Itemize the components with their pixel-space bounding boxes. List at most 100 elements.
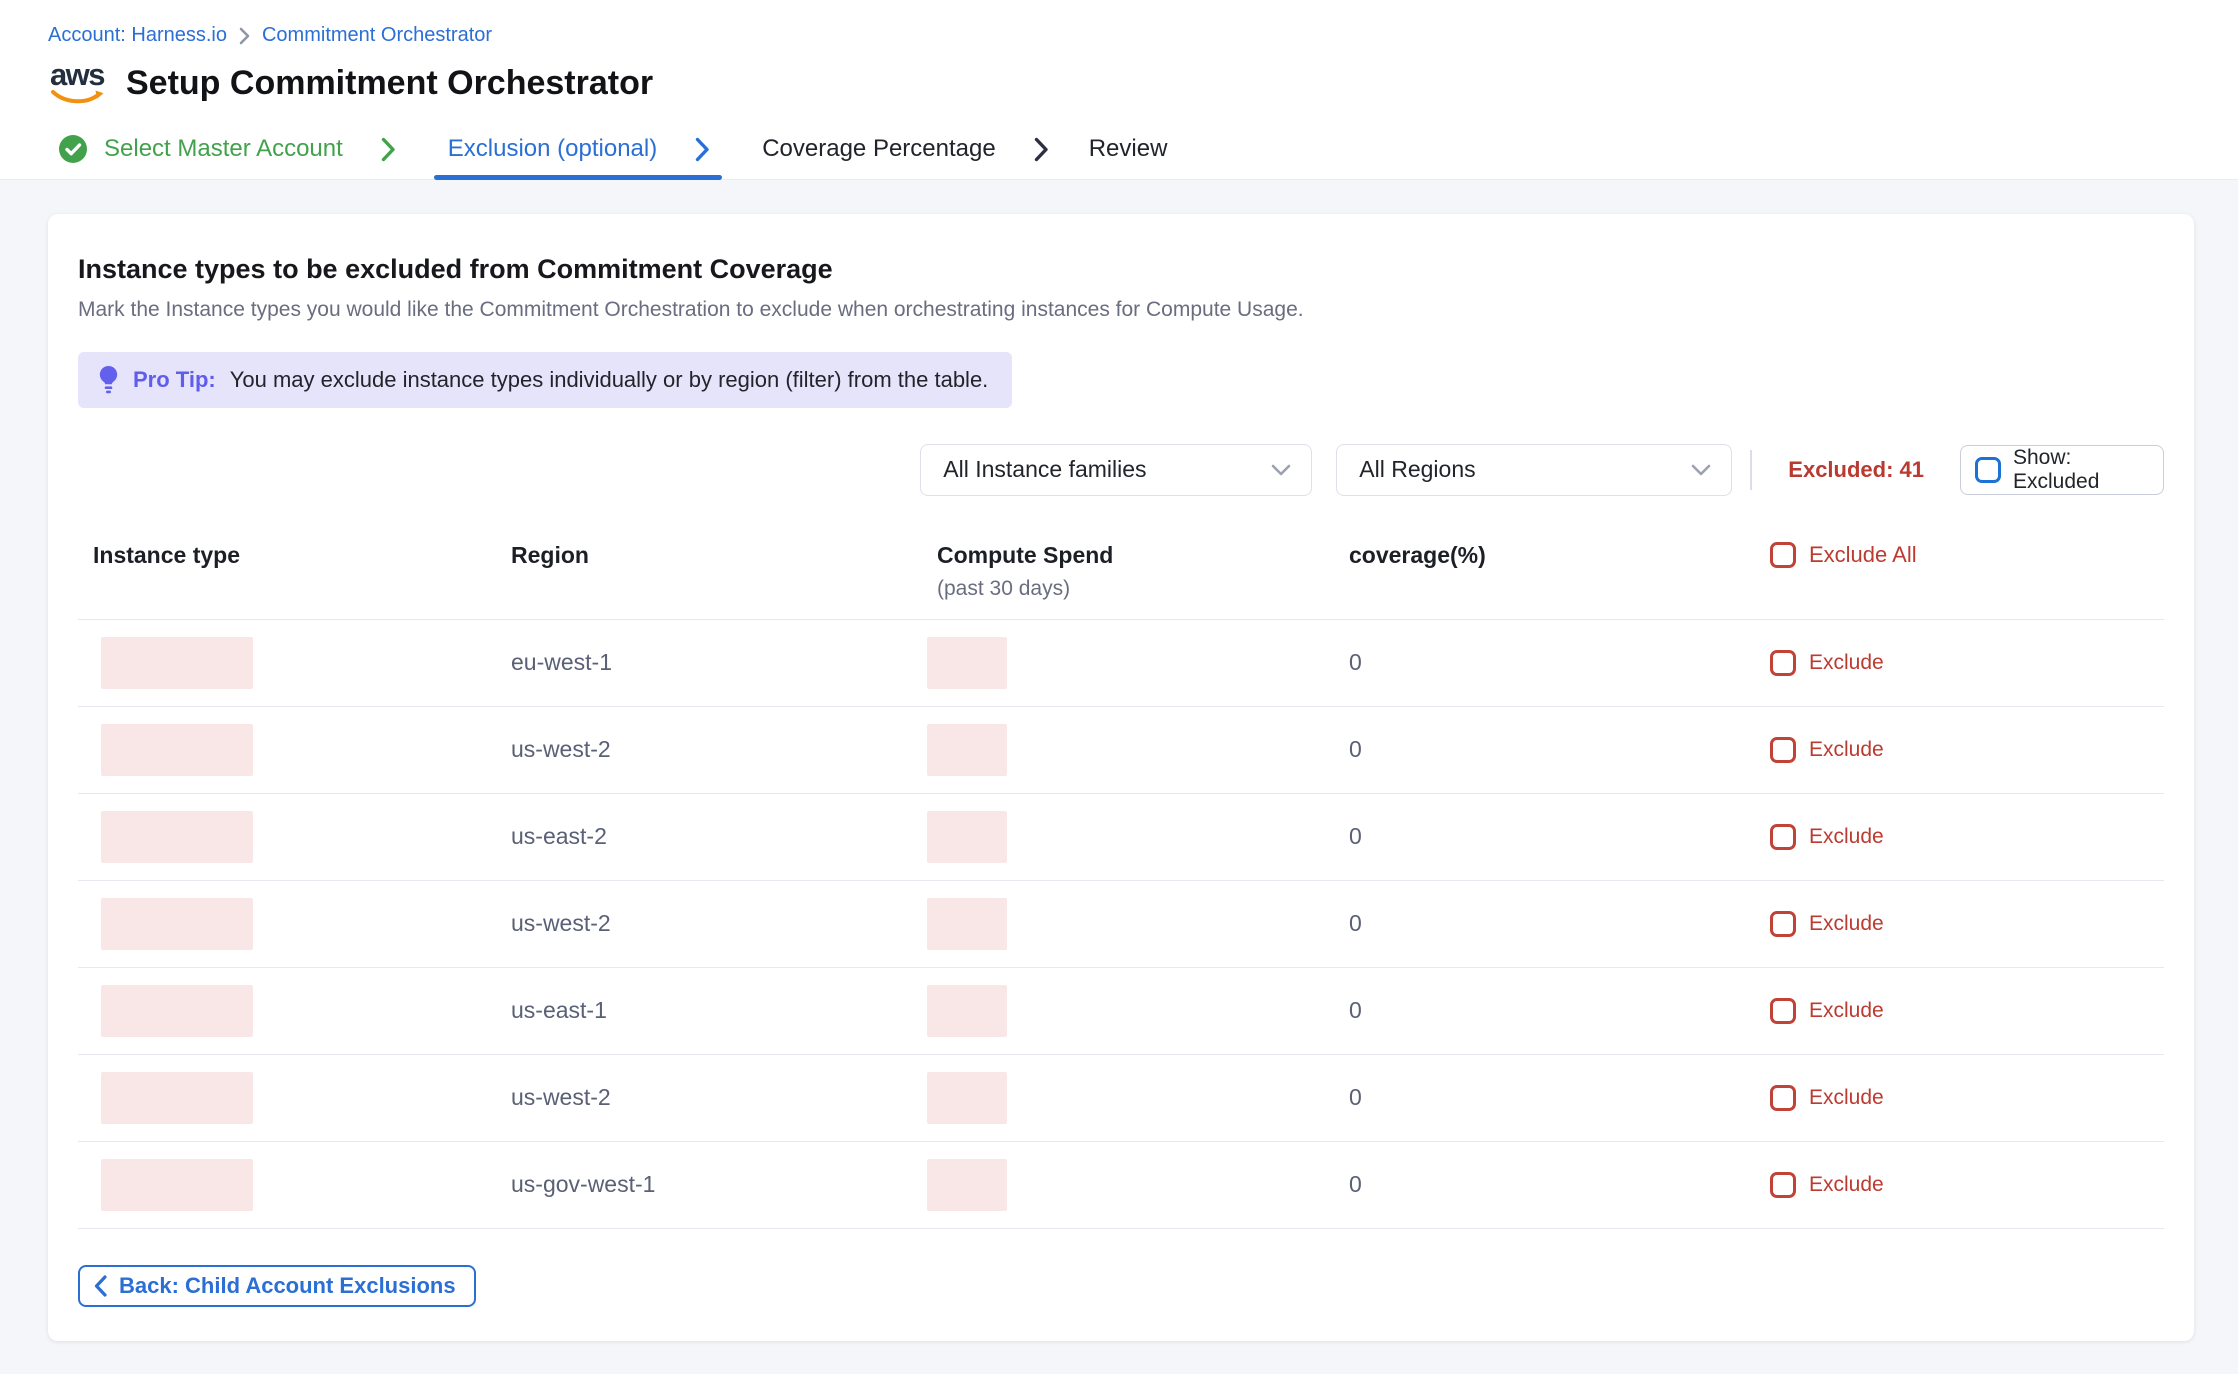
step-exclusion[interactable]: Exclusion (optional) xyxy=(434,120,722,179)
exclude-label: Exclude xyxy=(1809,1086,1884,1110)
exclude-checkbox[interactable] xyxy=(1770,1172,1796,1198)
page-title: Setup Commitment Orchestrator xyxy=(126,64,653,103)
redacted-instance-type xyxy=(101,811,253,863)
redacted-compute-spend xyxy=(927,724,1007,776)
step-label: Select Master Account xyxy=(104,135,343,163)
breadcrumb-account-link[interactable]: Account: Harness.io xyxy=(48,24,227,47)
exclude-checkbox[interactable] xyxy=(1770,1085,1796,1111)
exclude-control: Exclude xyxy=(1770,1085,2164,1111)
wizard-stepper: Select Master Account Exclusion (optiona… xyxy=(0,120,2238,180)
header-region: Region xyxy=(511,542,937,569)
exclude-control: Exclude xyxy=(1770,1172,2164,1198)
aws-logo: aws xyxy=(48,61,106,106)
page-header: Account: Harness.io Commitment Orchestra… xyxy=(0,0,2238,180)
table-row: us-gov-west-1 0 Exclude xyxy=(78,1142,2164,1229)
redacted-instance-type xyxy=(101,985,253,1037)
table-header-row: Instance type Region Compute Spend (past… xyxy=(78,536,2164,620)
step-select-master-account[interactable]: Select Master Account xyxy=(58,120,343,179)
coverage-cell: 0 xyxy=(1349,823,1770,850)
region-cell: us-east-1 xyxy=(511,997,937,1024)
redacted-compute-spend xyxy=(927,637,1007,689)
instance-type-cell xyxy=(78,724,511,776)
coverage-cell: 0 xyxy=(1349,1171,1770,1198)
show-excluded-toggle[interactable]: Show: Excluded xyxy=(1960,445,2164,495)
pro-tip-text: You may exclude instance types individua… xyxy=(230,367,989,393)
header-compute-spend-sub: (past 30 days) xyxy=(937,577,1349,601)
exclude-label: Exclude xyxy=(1809,912,1884,936)
exclude-control: Exclude xyxy=(1770,911,2164,937)
step-coverage-percentage[interactable]: Coverage Percentage xyxy=(762,120,1048,179)
section-subheading: Mark the Instance types you would like t… xyxy=(78,298,2164,322)
exclude-checkbox[interactable] xyxy=(1770,998,1796,1024)
show-excluded-checkbox[interactable] xyxy=(1975,457,2001,483)
exclude-all-control: Exclude All xyxy=(1770,542,2164,568)
show-excluded-label: Show: Excluded xyxy=(2013,446,2149,494)
redacted-instance-type xyxy=(101,1072,253,1124)
instance-type-cell xyxy=(78,898,511,950)
table-row: us-west-2 0 Exclude xyxy=(78,1055,2164,1142)
back-button[interactable]: Back: Child Account Exclusions xyxy=(78,1265,476,1307)
region-cell: us-west-2 xyxy=(511,910,937,937)
compute-spend-cell xyxy=(937,1072,1349,1124)
vertical-divider xyxy=(1750,450,1752,490)
instance-families-select[interactable]: All Instance families xyxy=(920,444,1312,496)
step-label: Exclusion (optional) xyxy=(448,135,657,163)
excluded-count-badge: Excluded: 41 xyxy=(1788,457,1924,483)
header-compute-spend: Compute Spend (past 30 days) xyxy=(937,542,1349,601)
section-heading: Instance types to be excluded from Commi… xyxy=(78,254,2164,285)
exclude-label: Exclude xyxy=(1809,1173,1884,1197)
regions-value: All Regions xyxy=(1359,456,1475,483)
coverage-cell: 0 xyxy=(1349,910,1770,937)
coverage-cell: 0 xyxy=(1349,997,1770,1024)
instance-types-table: Instance type Region Compute Spend (past… xyxy=(78,536,2164,1229)
table-row: us-east-1 0 Exclude xyxy=(78,968,2164,1055)
chevron-down-icon xyxy=(1271,464,1291,476)
instance-families-value: All Instance families xyxy=(943,456,1146,483)
coverage-cell: 0 xyxy=(1349,736,1770,763)
header-instance-type: Instance type xyxy=(78,542,511,569)
regions-select[interactable]: All Regions xyxy=(1336,444,1732,496)
region-cell: us-west-2 xyxy=(511,1084,937,1111)
redacted-instance-type xyxy=(101,724,253,776)
chevron-down-icon xyxy=(1691,464,1711,476)
redacted-compute-spend xyxy=(927,811,1007,863)
instance-type-cell xyxy=(78,985,511,1037)
lightbulb-icon xyxy=(98,365,119,395)
exclude-checkbox[interactable] xyxy=(1770,911,1796,937)
table-row: us-west-2 0 Exclude xyxy=(78,707,2164,794)
region-cell: eu-west-1 xyxy=(511,649,937,676)
step-label: Review xyxy=(1089,135,1168,163)
instance-type-cell xyxy=(78,637,511,689)
exclude-control: Exclude xyxy=(1770,824,2164,850)
compute-spend-cell xyxy=(937,985,1349,1037)
back-button-label: Back: Child Account Exclusions xyxy=(119,1273,456,1299)
compute-spend-cell xyxy=(937,1159,1349,1211)
aws-smile-icon xyxy=(50,89,104,106)
step-review[interactable]: Review xyxy=(1089,120,1168,179)
exclude-control: Exclude xyxy=(1770,998,2164,1024)
chevron-right-icon xyxy=(1034,137,1049,162)
redacted-instance-type xyxy=(101,898,253,950)
compute-spend-cell xyxy=(937,811,1349,863)
pro-tip-banner: Pro Tip: You may exclude instance types … xyxy=(78,352,1012,408)
check-circle-icon xyxy=(58,134,88,164)
exclude-checkbox[interactable] xyxy=(1770,650,1796,676)
pro-tip-label: Pro Tip: xyxy=(133,367,216,393)
exclude-label: Exclude xyxy=(1809,738,1884,762)
exclude-checkbox[interactable] xyxy=(1770,737,1796,763)
coverage-cell: 0 xyxy=(1349,649,1770,676)
table-row: eu-west-1 0 Exclude xyxy=(78,620,2164,707)
breadcrumb-page-link[interactable]: Commitment Orchestrator xyxy=(262,24,492,47)
instance-type-cell xyxy=(78,1159,511,1211)
header-compute-spend-main: Compute Spend xyxy=(937,542,1349,569)
exclude-control: Exclude xyxy=(1770,737,2164,763)
region-cell: us-gov-west-1 xyxy=(511,1171,937,1198)
table-body: eu-west-1 0 Exclude us-west-2 xyxy=(78,620,2164,1229)
redacted-instance-type xyxy=(101,637,253,689)
exclude-label: Exclude xyxy=(1809,825,1884,849)
compute-spend-cell xyxy=(937,724,1349,776)
exclude-checkbox[interactable] xyxy=(1770,824,1796,850)
instance-type-cell xyxy=(78,1072,511,1124)
exclude-all-checkbox[interactable] xyxy=(1770,542,1796,568)
exclude-all-label: Exclude All xyxy=(1809,542,1917,568)
